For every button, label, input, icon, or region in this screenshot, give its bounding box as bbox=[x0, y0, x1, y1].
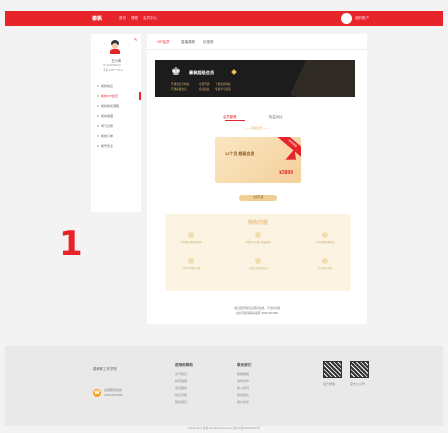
banner-text[interactable]: 立即开通 bbox=[199, 82, 209, 86]
footer-link[interactable]: 会员服务 bbox=[175, 386, 187, 390]
user-avatar-icon[interactable] bbox=[341, 13, 352, 24]
page-footer: 秦枫职工作学院 ☎ 全国服务热线 4008-828-888 使用和帮助 关于我们… bbox=[5, 346, 443, 430]
benefit-item: 专享学习资料下载 bbox=[171, 258, 211, 270]
benefits-title: 特权内容 bbox=[247, 220, 268, 226]
footer-link[interactable]: 关于我们 bbox=[175, 372, 187, 376]
phone-label: 全国服务热线 bbox=[104, 388, 123, 392]
benefit-icon bbox=[322, 232, 328, 238]
sidebar-item-history[interactable]: 学习记录 bbox=[91, 122, 141, 130]
benefit-icon bbox=[255, 232, 261, 238]
main-content: VIP会员 直播课程 优惠券 ♚ 秦枫超级会员 开通会员享特权 立即开通 了解会… bbox=[147, 34, 367, 324]
banner-title: 秦枫超级会员 bbox=[189, 70, 215, 75]
sidebar-item-orders[interactable]: 我的订单 bbox=[91, 132, 141, 140]
site-logo[interactable]: 秦枫 bbox=[92, 15, 102, 22]
plan-price: ¥3899 bbox=[279, 170, 293, 176]
benefit-item: 专享课程优惠折扣 bbox=[305, 232, 345, 244]
wechat-qr-code bbox=[323, 361, 342, 378]
footer-col-help-title: 使用和帮助 bbox=[175, 363, 193, 367]
banner-text: 会员权益 bbox=[199, 88, 210, 91]
benefits-panel: 特权内容 专享精品课程免费学 专属学习计划与答疑服务 专享课程优惠折扣 专享学习… bbox=[165, 214, 351, 291]
footer-brand: 秦枫职工作学院 bbox=[93, 367, 117, 371]
sidebar-item-vip[interactable]: 我的VIP会员 bbox=[91, 92, 141, 100]
tab-packages[interactable]: 会员套餐 bbox=[223, 114, 237, 119]
qr-label: 官方微信 bbox=[323, 382, 336, 386]
benefit-icon bbox=[188, 258, 194, 264]
plan-name: 12个月 超级会员 bbox=[225, 151, 255, 156]
benefit-item: 专享精品课程免费学 bbox=[171, 232, 211, 244]
active-tab-indicator bbox=[225, 120, 245, 121]
avatar[interactable] bbox=[109, 40, 121, 54]
user-phone: 手机 138****6321 bbox=[103, 69, 124, 72]
phone-number: 4008-828-888 bbox=[104, 393, 123, 397]
benefit-item: 专享线下活动 bbox=[305, 258, 345, 270]
top-navbar: 秦枫 首页 课程 会员中心 我的账户 bbox=[5, 11, 443, 26]
footer-link[interactable]: 客服邮箱 bbox=[237, 372, 249, 376]
nav-item-member[interactable]: 会员中心 bbox=[143, 16, 157, 21]
official-account-qr-code bbox=[350, 361, 369, 378]
tab-coupons[interactable]: 优惠券 bbox=[203, 40, 214, 45]
diamond-icon bbox=[231, 69, 237, 75]
tab-compare[interactable]: 权益对比 bbox=[269, 114, 283, 119]
service-note: *会员服务购买后即刻生效，不支持退款 bbox=[233, 307, 281, 310]
divider bbox=[147, 49, 367, 50]
buy-button[interactable]: 立即开通 bbox=[239, 195, 277, 201]
qr-label: 官方公众号 bbox=[350, 382, 366, 386]
user-id: ID 1004598210 bbox=[103, 64, 121, 67]
vip-plan-card[interactable]: 限时特惠 12个月 超级会员 ¥3899 bbox=[215, 137, 301, 183]
phone-icon: ☎ bbox=[93, 389, 101, 397]
user-menu[interactable]: 我的账户 bbox=[355, 16, 369, 21]
annotation-number: 1 bbox=[59, 224, 83, 264]
nav-item-courses[interactable]: 课程 bbox=[131, 16, 138, 21]
footer-link[interactable]: 新手指南 bbox=[175, 379, 187, 383]
sidebar-item-security[interactable]: 账号安全 bbox=[91, 142, 141, 150]
vip-banner: ♚ 秦枫超级会员 开通会员享特权 立即开通 了解会员特权 开通超级会员 会员权益… bbox=[155, 60, 355, 97]
footer-link[interactable]: 商务合作 bbox=[237, 379, 249, 383]
footer-col-contact-title: 联系我们 bbox=[237, 363, 252, 367]
benefit-item: 专属会员身份标识 bbox=[238, 258, 278, 270]
sidebar-item-info[interactable]: 我的信息 bbox=[91, 82, 141, 90]
footer-link[interactable]: 常见问题 bbox=[175, 393, 187, 397]
footer-link[interactable]: 加入我们 bbox=[237, 386, 249, 390]
user-name: 王小琪 bbox=[111, 59, 121, 63]
banner-text: 开通超级会员 bbox=[171, 88, 187, 91]
copyright: ©2016-2021 秦枫 All Rights Reserved | 浙ICP… bbox=[187, 427, 261, 430]
edit-icon[interactable]: ✎ bbox=[134, 37, 137, 42]
nav-item-home[interactable]: 首页 bbox=[119, 16, 126, 21]
sidebar-item-courses[interactable]: 我的购买课程 bbox=[91, 102, 141, 110]
banner-text: 专属学习通道 bbox=[215, 88, 231, 91]
benefit-item: 专属学习计划与答疑服务 bbox=[238, 232, 278, 244]
footer-link[interactable]: 用户协议 bbox=[237, 400, 249, 404]
account-sidebar: ✎ 王小琪 ID 1004598210 手机 138****6321 我的信息 … bbox=[91, 34, 141, 212]
footer-link[interactable]: 联系我们 bbox=[175, 400, 187, 404]
privilege-title: —— 超级会员 —— bbox=[245, 126, 269, 130]
banner-text: 开通会员享特权 bbox=[171, 83, 190, 86]
banner-text: 了解会员特权 bbox=[215, 83, 231, 86]
footer-link[interactable]: 投诉建议 bbox=[237, 393, 249, 397]
crown-icon: ♚ bbox=[171, 66, 181, 78]
benefit-icon bbox=[322, 258, 328, 264]
benefit-icon bbox=[255, 258, 261, 264]
tab-live-courses[interactable]: 直播课程 bbox=[181, 40, 195, 45]
tab-vip[interactable]: VIP会员 bbox=[157, 40, 170, 45]
benefit-icon bbox=[188, 232, 194, 238]
sidebar-item-favorites[interactable]: 我的收藏 bbox=[91, 112, 141, 120]
service-note: 如有问题请联系客服 4008-828-888 bbox=[236, 312, 278, 315]
